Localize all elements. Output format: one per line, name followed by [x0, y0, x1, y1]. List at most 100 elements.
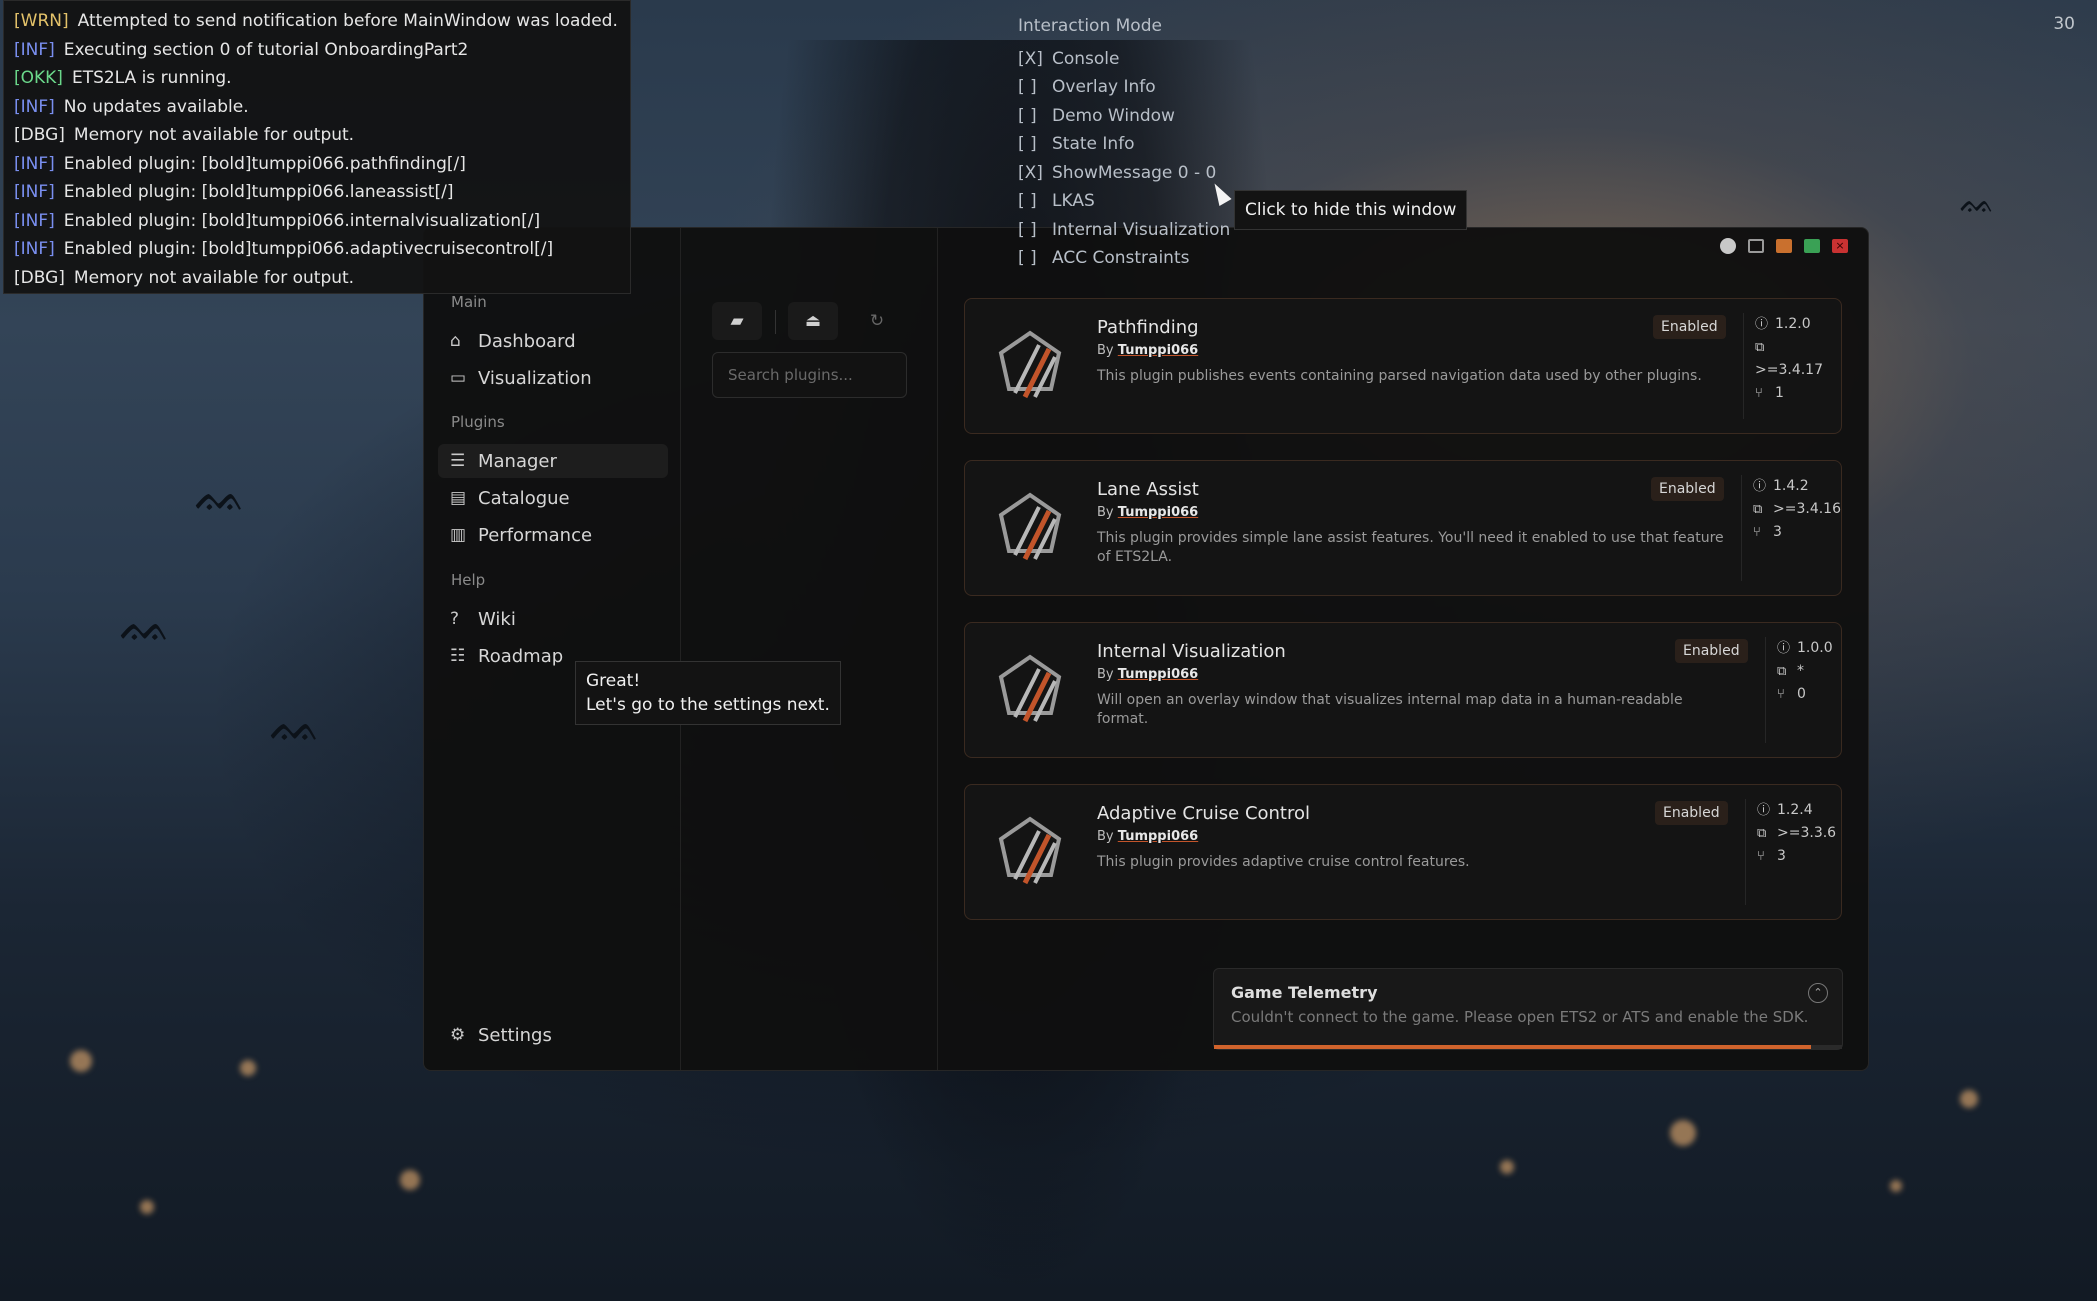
interaction-mode-option[interactable]: [ ] Internal Visualization [1018, 216, 1230, 245]
server-icon: ☷ [450, 646, 466, 666]
bird-icon: ᨐ [270, 700, 322, 751]
log-level: [INF] [14, 96, 55, 117]
plugin-forks: 3 [1773, 524, 1782, 540]
plugin-forks: 3 [1777, 848, 1786, 864]
log-level: [INF] [14, 210, 55, 231]
interaction-mode-option[interactable]: [ ] LKAS [1018, 187, 1230, 216]
fork-icon: ⑂ [1777, 687, 1785, 702]
log-level: [INF] [14, 39, 55, 60]
option-checkbox[interactable]: [ ] [1018, 130, 1052, 159]
interaction-mode-option[interactable]: [ ] State Info [1018, 130, 1230, 159]
plugin-forks: 1 [1775, 385, 1784, 401]
author-link[interactable]: Tumppi066 [1118, 343, 1198, 358]
telemetry-message: Couldn't connect to the game. Please ope… [1231, 1008, 1809, 1026]
open-folder-button[interactable]: ▰ [712, 302, 762, 340]
hide-window-tooltip[interactable]: Click to hide this window [1234, 190, 1468, 230]
sidebar-item-manager[interactable]: ☰ Manager [438, 444, 668, 478]
home-icon: ⌂ [450, 331, 461, 351]
author-link[interactable]: Tumppi066 [1118, 829, 1198, 844]
option-checkbox[interactable]: [ ] [1018, 102, 1052, 131]
package-icon: ⧉ [1755, 340, 1765, 355]
maximize-button[interactable] [1804, 239, 1820, 253]
package-icon: ⧉ [1753, 502, 1763, 517]
close-button[interactable]: × [1832, 239, 1848, 253]
sidebar-item-label: Wiki [478, 608, 516, 630]
unload-button[interactable]: ⏏ [788, 302, 838, 340]
sidebar-item-catalogue[interactable]: ▤ Catalogue [438, 481, 668, 515]
interaction-mode-option[interactable]: [X] Console [1018, 45, 1230, 74]
option-checkbox[interactable]: [ ] [1018, 187, 1052, 216]
by-label: By [1097, 343, 1114, 358]
package-icon: ⧉ [1757, 826, 1767, 841]
plugin-card[interactable]: Internal Visualization By Tumppi066 Will o… [964, 622, 1842, 758]
plugin-name: Pathfinding [1097, 317, 1199, 338]
option-checkbox[interactable]: [X] [1018, 159, 1052, 188]
by-label: By [1097, 505, 1114, 520]
theme-toggle-icon[interactable] [1720, 238, 1736, 254]
plugin-card[interactable]: Adaptive Cruise Control By Tumppi066 This … [964, 784, 1842, 920]
option-checkbox[interactable]: [X] [1018, 45, 1052, 74]
sidebar-item-visualization[interactable]: ▭ Visualization [438, 361, 668, 395]
sidebar-item-wiki[interactable]: ? Wiki [438, 602, 668, 636]
info-icon: ⓘ [1755, 317, 1769, 332]
game-telemetry-notification[interactable]: Game Telemetry Couldn't connect to the g… [1213, 968, 1843, 1050]
option-label: ACC Constraints [1052, 248, 1190, 268]
gear-icon: ⚙ [450, 1025, 466, 1045]
plugin-description: This plugin provides simple lane assist … [1097, 530, 1724, 565]
search-input[interactable] [712, 352, 907, 398]
log-level: [DBG] [14, 267, 65, 288]
interaction-mode-option[interactable]: [ ] ACC Constraints [1018, 244, 1230, 273]
card-divider [1741, 475, 1742, 581]
log-level: [OKK] [14, 68, 63, 88]
layout-icon[interactable] [1748, 239, 1764, 253]
chevron-up-icon[interactable]: ⌃ [1808, 983, 1828, 1003]
author-link[interactable]: Tumppi066 [1118, 505, 1198, 520]
tutorial-tooltip-line2: Let's go to the settings next. [586, 695, 830, 715]
refresh-icon: ↻ [869, 311, 885, 331]
sidebar-item-performance[interactable]: ▥ Performance [438, 518, 668, 552]
status-badge: Enabled [1651, 477, 1724, 501]
console-line: [OKK] ETS2LA is running. [14, 64, 630, 93]
option-checkbox[interactable]: [ ] [1018, 216, 1052, 245]
sidebar-item-label: Settings [478, 1024, 552, 1046]
plugin-author-line: By Tumppi066 [1097, 505, 1198, 520]
plugin-card[interactable]: Pathfinding By Tumppi066 This plugin publi… [964, 298, 1842, 434]
plugin-forks: 0 [1797, 686, 1806, 702]
log-level: [INF] [14, 153, 55, 174]
log-text: Enabled plugin: [bold]tumppi066.laneassi… [63, 182, 454, 202]
log-level: [DBG] [14, 125, 65, 145]
console-line: [DBG] Memory not available for output. [14, 264, 630, 293]
log-text: Memory not available for output. [73, 125, 355, 145]
sidebar-item-settings[interactable]: ⚙ Settings [438, 1018, 668, 1052]
option-label: ShowMessage 0 - 0 [1052, 162, 1217, 183]
reload-button[interactable]: ↻ [852, 302, 902, 340]
window-controls: × [1720, 238, 1848, 254]
option-label: Overlay Info [1052, 77, 1156, 97]
option-label: Internal Visualization [1052, 219, 1231, 240]
plugin-version: 1.2.0 [1775, 316, 1811, 332]
option-checkbox[interactable]: [ ] [1018, 244, 1052, 273]
plugin-version: 1.4.2 [1773, 478, 1809, 494]
tutorial-tooltip: Great! Let's go to the settings next. [575, 661, 841, 725]
plugin-card[interactable]: Lane Assist By Tumppi066 This plugin provi… [964, 460, 1842, 596]
info-icon: ⓘ [1777, 641, 1791, 656]
option-checkbox[interactable]: [ ] [1018, 73, 1052, 102]
tutorial-tooltip-line1: Great! [586, 671, 641, 691]
sidebar-item-dashboard[interactable]: ⌂ Dashboard [438, 324, 668, 358]
plugin-logo-icon [995, 651, 1065, 731]
card-divider [1745, 799, 1746, 905]
sidebar-item-label: Roadmap [478, 645, 564, 667]
minimize-button[interactable] [1776, 239, 1792, 253]
interaction-mode-option[interactable]: [X] ShowMessage 0 - 0 [1018, 159, 1230, 188]
interaction-mode-option[interactable]: [ ] Overlay Info [1018, 73, 1230, 102]
plugin-requires: >=3.4.17 [1755, 362, 1823, 378]
console-line: [INF] Enabled plugin: [bold]tumppi066.ada… [14, 235, 630, 264]
interaction-mode-option[interactable]: [ ] Demo Window [1018, 102, 1230, 131]
fork-icon: ⑂ [1757, 849, 1765, 864]
log-text: Memory not available for output. [73, 267, 355, 288]
author-link[interactable]: Tumppi066 [1118, 667, 1198, 682]
sidebar-group-main: Main [451, 293, 487, 311]
fork-icon: ⑂ [1755, 386, 1763, 401]
monitor-icon: ▭ [450, 368, 467, 388]
plugin-author-line: By Tumppi066 [1097, 829, 1198, 844]
